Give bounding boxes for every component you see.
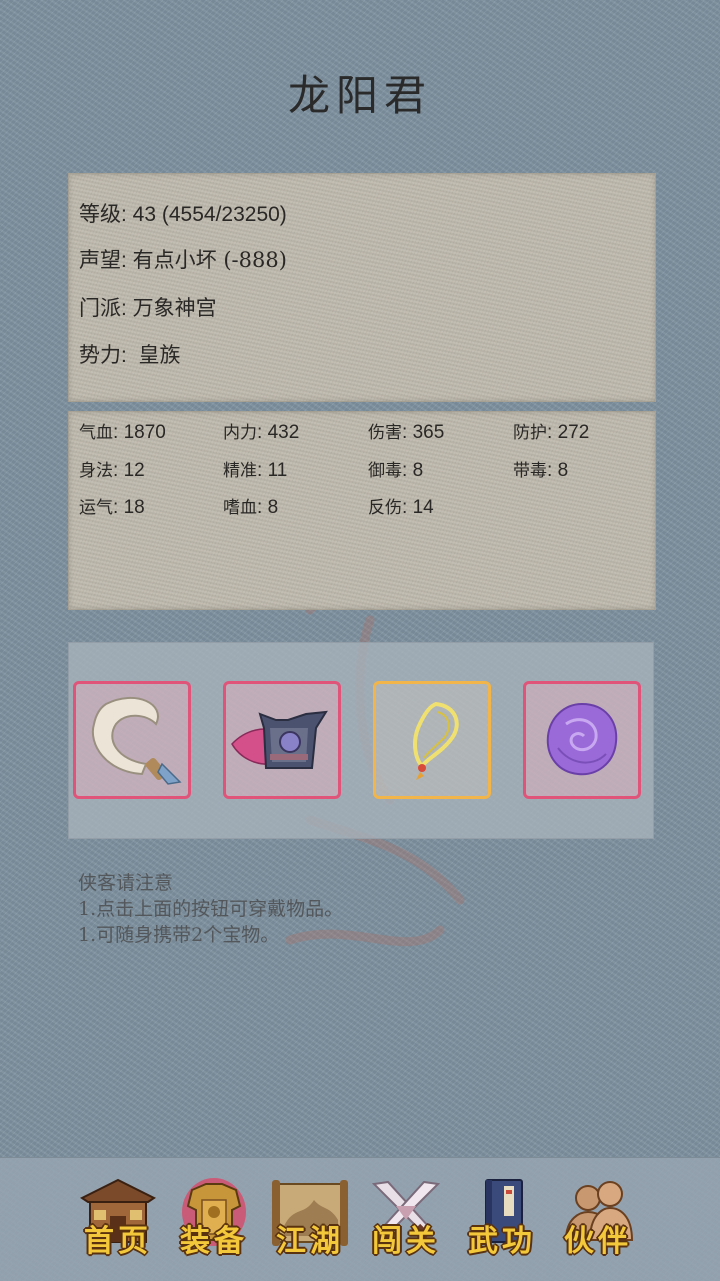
nav-label: 闯关 (372, 1224, 440, 1259)
faction-label: 势力 (79, 343, 121, 367)
notice-text: 侠客请注意 1.点击上面的按钮可穿戴物品。 1.可随身携带2个宝物。 (78, 870, 343, 948)
stat-label: 伤害 (368, 423, 402, 443)
stat-item: 御毒: 8 (368, 460, 424, 481)
equipment-panel (68, 642, 654, 839)
nav-jianghu[interactable]: 江湖 (264, 1172, 356, 1268)
purple-orb-icon (546, 702, 618, 776)
nav-label: 首页 (84, 1224, 152, 1259)
stat-label: 反伤 (368, 498, 402, 518)
level-label: 等级 (79, 202, 121, 226)
nav-label: 伙伴 (564, 1224, 632, 1259)
equipment-slot-weapon[interactable] (73, 681, 191, 799)
stat-label: 身法 (79, 461, 113, 481)
stat-item: 带毒: 8 (513, 460, 569, 481)
attribute-stats-panel: 气血: 1870 内力: 432 伤害: 365 防护: 272 身法: 12 … (68, 411, 656, 610)
winged-armor-icon (231, 710, 328, 769)
nav-label: 江湖 (276, 1224, 344, 1259)
equipment-slot-armor[interactable] (223, 681, 341, 799)
stat-value: 14 (412, 497, 434, 518)
reputation-row: 声望: 有点小坏 (-888) (79, 248, 287, 272)
level-row: 等级: 43 (4554/23250) (79, 202, 287, 226)
sect-value: 万象神宫 (132, 296, 217, 320)
reputation-label: 声望 (79, 248, 121, 272)
faction-value: 皇族 (138, 343, 181, 367)
nav-label: 装备 (180, 1224, 248, 1259)
stat-value: 272 (557, 422, 590, 443)
nav-challenge[interactable]: 闯关 (360, 1172, 452, 1268)
stat-value: 8 (557, 460, 569, 481)
nav-label: 武功 (468, 1224, 536, 1259)
stat-value: 1870 (123, 422, 166, 443)
stat-item: 运气: 18 (79, 497, 145, 518)
stat-label: 带毒 (513, 461, 547, 481)
stat-label: 御毒 (368, 461, 402, 481)
stat-item: 防护: 272 (513, 422, 590, 443)
nav-equipment[interactable]: 装备 (168, 1172, 260, 1268)
notice-line: 1.点击上面的按钮可穿戴物品。 (78, 898, 344, 920)
nav-companions[interactable]: 伙伴 (552, 1172, 644, 1268)
stat-value: 18 (123, 497, 145, 518)
stat-value: 432 (267, 422, 300, 443)
gold-necklace-icon (413, 701, 459, 780)
stat-label: 运气 (79, 498, 113, 518)
equipment-slot-treasure[interactable] (523, 681, 641, 799)
hook-blade-icon (91, 696, 182, 785)
sect-label: 门派 (79, 296, 121, 320)
stat-item: 身法: 12 (79, 460, 145, 481)
level-value: 43 (4554/23250) (132, 203, 287, 226)
stat-item: 嗜血: 8 (223, 497, 279, 518)
stat-label: 内力 (223, 423, 257, 443)
equipment-slot-necklace[interactable] (373, 681, 491, 799)
stat-value: 12 (123, 460, 145, 481)
sect-row: 门派: 万象神宫 (79, 296, 217, 320)
stat-label: 嗜血 (223, 498, 257, 518)
character-info-panel: 等级: 43 (4554/23250) 声望: 有点小坏 (-888) 门派: … (68, 173, 656, 402)
stat-item: 内力: 432 (223, 422, 300, 443)
stat-value: 8 (412, 460, 424, 481)
character-name: 龙阳君 (287, 71, 432, 120)
nav-martial-arts[interactable]: 武功 (456, 1172, 548, 1268)
stat-value: 11 (267, 460, 288, 481)
stat-label: 精准 (223, 461, 257, 481)
stat-value: 8 (267, 497, 279, 518)
reputation-value: 有点小坏 (-888) (132, 248, 287, 272)
notice-line: 1.可随身携带2个宝物。 (78, 924, 280, 946)
nav-home[interactable]: 首页 (72, 1172, 164, 1268)
stat-label: 气血 (79, 423, 113, 443)
stat-label: 防护 (513, 423, 547, 443)
stat-item: 气血: 1870 (79, 422, 166, 443)
stat-value: 365 (412, 422, 445, 443)
stat-item: 伤害: 365 (368, 422, 445, 443)
stat-item: 反伤: 14 (368, 497, 434, 518)
faction-row: 势力: 皇族 (79, 343, 181, 367)
stat-item: 精准: 11 (223, 460, 288, 481)
notice-title: 侠客请注意 (78, 872, 174, 894)
